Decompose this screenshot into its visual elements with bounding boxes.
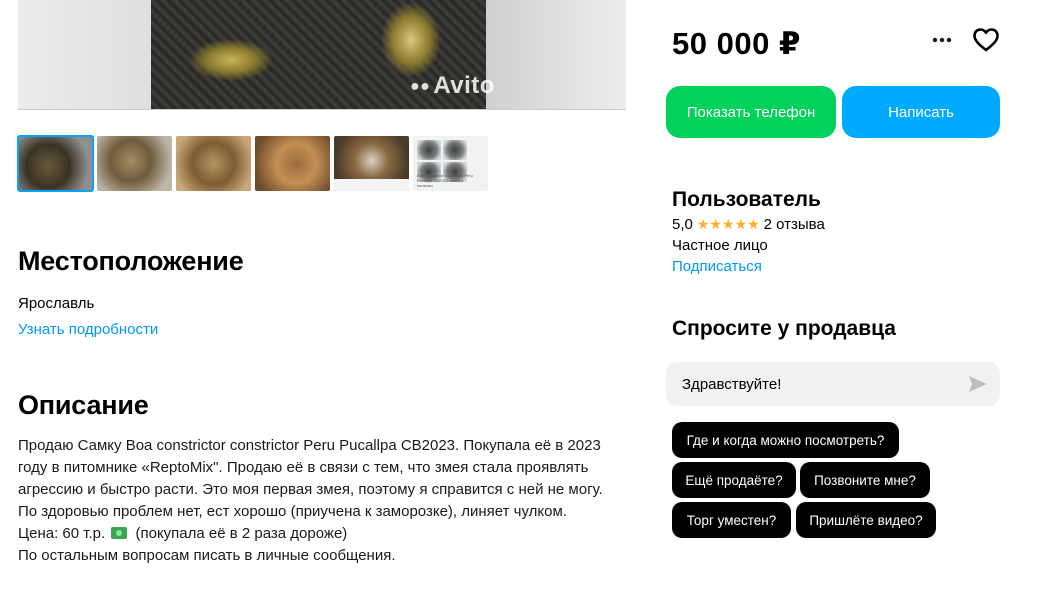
reviews-count[interactable]: 2 отзыва bbox=[764, 216, 825, 233]
seller-type: Частное лицо bbox=[672, 237, 768, 254]
quick-question-chip[interactable]: Пришлёте видео? bbox=[796, 502, 936, 538]
description-line: агрессию и быстро расти. Это моя первая … bbox=[18, 481, 603, 498]
write-message-button[interactable]: Написать bbox=[842, 86, 1000, 138]
description-text: Продаю Самку Boa constrictor constrictor… bbox=[18, 435, 633, 567]
heart-icon[interactable] bbox=[972, 27, 1000, 53]
quick-question-chip[interactable]: Торг уместен? bbox=[672, 502, 791, 538]
ask-seller-title: Спросите у продавца bbox=[672, 317, 896, 340]
description-line: По здоровью проблем нет, ест хорошо (при… bbox=[18, 503, 567, 520]
message-input[interactable] bbox=[682, 362, 952, 406]
thumbnail-1[interactable] bbox=[17, 135, 94, 192]
rating-stars-icon: ★★★★★ bbox=[696, 216, 760, 232]
subscribe-link[interactable]: Подписаться bbox=[672, 258, 762, 275]
description-line: Продаю Самку Boa constrictor constrictor… bbox=[18, 437, 601, 454]
thumbnail-2[interactable] bbox=[97, 136, 172, 191]
photo-blur-right bbox=[486, 0, 626, 109]
price-note: (покупала её в 2 раза дороже) bbox=[135, 525, 348, 542]
seller-name[interactable]: Пользователь bbox=[672, 188, 821, 212]
quick-question-chip[interactable]: Где и когда можно посмотреть? bbox=[672, 422, 899, 458]
thumb-caption: Boa constrictor constrictor Peru Pucallp… bbox=[417, 173, 473, 188]
listing-price: 50 000 ₽ bbox=[672, 26, 801, 61]
thumb-photo-b bbox=[443, 140, 467, 160]
seller-rating: 5,0 ★★★★★ 2 отзыва bbox=[672, 216, 825, 233]
description-price-line: Цена: 60 т.р. (покупала её в 2 раза доро… bbox=[18, 523, 633, 545]
thumbnail-6[interactable]: Boa constrictor constrictor Peru Pucallp… bbox=[413, 136, 488, 191]
quick-question-chip[interactable]: Позвоните мне? bbox=[800, 462, 930, 498]
location-city: Ярославль bbox=[18, 295, 95, 312]
thumbnail-5[interactable] bbox=[334, 136, 409, 191]
show-phone-button[interactable]: Показать телефон bbox=[666, 86, 836, 138]
thumb-photo-a bbox=[417, 140, 441, 160]
description-line: По остальным вопросам писать в личные со… bbox=[18, 547, 396, 564]
money-icon bbox=[111, 527, 128, 539]
description-title: Описание bbox=[18, 390, 149, 420]
avito-watermark: ●● Avito bbox=[410, 72, 495, 99]
photo-blur-left bbox=[18, 0, 158, 109]
rating-value: 5,0 bbox=[672, 216, 693, 233]
main-photo[interactable]: ●● Avito bbox=[18, 0, 626, 110]
send-icon[interactable] bbox=[968, 375, 988, 393]
message-box bbox=[666, 362, 1000, 406]
quick-question-chip[interactable]: Ещё продаёте? bbox=[672, 462, 796, 498]
location-title: Местоположение bbox=[18, 246, 244, 276]
thumbnail-4[interactable] bbox=[255, 136, 330, 191]
description-line: году в питомнике «ReptoMix". Продаю её в… bbox=[18, 459, 589, 476]
more-dots-icon[interactable] bbox=[930, 30, 954, 50]
location-details-link[interactable]: Узнать подробности bbox=[18, 321, 158, 338]
thumbnail-strip: Boa constrictor constrictor Peru Pucallp… bbox=[17, 135, 488, 192]
price-text: Цена: 60 т.р. bbox=[18, 525, 106, 542]
thumbnail-3[interactable] bbox=[176, 136, 251, 191]
